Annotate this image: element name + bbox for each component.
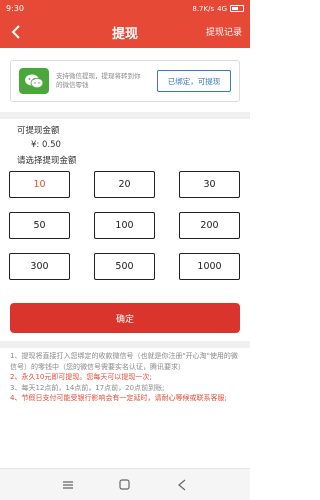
notes-divider <box>0 341 250 348</box>
bound-withdraw-button[interactable]: 已绑定，可提现 <box>157 70 231 92</box>
section-divider <box>0 112 250 119</box>
wechat-icon <box>19 68 49 94</box>
wechat-card: 支持微信提现，提现将转到你的微信零钱 已绑定，可提现 <box>10 60 240 102</box>
balance-value: ¥: 0.50 <box>31 140 61 150</box>
note-item: 2、永久10元即可提现。您每天可以提现一次; <box>10 373 152 381</box>
amount-option[interactable]: 500 <box>94 253 155 280</box>
withdraw-notes: 1、提现将直接打入您绑定的收款微信号（也就是你注册"开心淘"使用的微信号）的零钱… <box>10 351 243 404</box>
note-item: 3、每天12点前，14点前，17点前，20点前到账; <box>10 383 165 392</box>
menu-icon[interactable] <box>58 475 78 495</box>
choose-amount-label: 请选择提现金额 <box>17 156 77 166</box>
amount-option[interactable]: 30 <box>179 171 240 198</box>
withdraw-records-link[interactable]: 提现记录 <box>206 25 242 38</box>
note-item: 1、提现将直接打入您绑定的收款微信号（也就是你注册"开心淘"使用的微信号）的零钱… <box>10 352 238 371</box>
status-right: 8.7K/s 4G <box>192 5 244 13</box>
amount-option[interactable]: 100 <box>94 212 155 239</box>
battery-icon <box>230 5 244 12</box>
back-triangle-icon[interactable] <box>172 475 192 495</box>
status-time: 9:30 <box>6 4 24 13</box>
balance-label: 可提现金额 <box>17 126 60 136</box>
signal-label: 4G <box>217 4 227 13</box>
header-bar: 提现 提现记录 <box>0 17 250 48</box>
wechat-description: 支持微信提现，提现将转到你的微信零钱 <box>56 72 141 89</box>
confirm-button[interactable]: 确定 <box>10 303 240 333</box>
system-nav-bar <box>0 468 250 500</box>
amount-option[interactable]: 10 <box>9 171 70 198</box>
amount-option[interactable]: 20 <box>94 171 155 198</box>
chevron-left-icon[interactable] <box>8 23 24 41</box>
amount-grid: 10 20 30 50 100 200 300 500 1000 <box>9 171 241 280</box>
note-item: 4、节假日支付可能受银行影响会有一定延时，请耐心等候或联系客服; <box>10 394 227 402</box>
network-speed: 8.7K/s <box>192 4 215 13</box>
status-bar: 9:30 8.7K/s 4G <box>0 0 250 17</box>
home-icon[interactable] <box>115 475 135 495</box>
amount-option[interactable]: 200 <box>179 212 240 239</box>
amount-option[interactable]: 1000 <box>179 253 240 280</box>
amount-option[interactable]: 50 <box>9 212 70 239</box>
amount-option[interactable]: 300 <box>9 253 70 280</box>
